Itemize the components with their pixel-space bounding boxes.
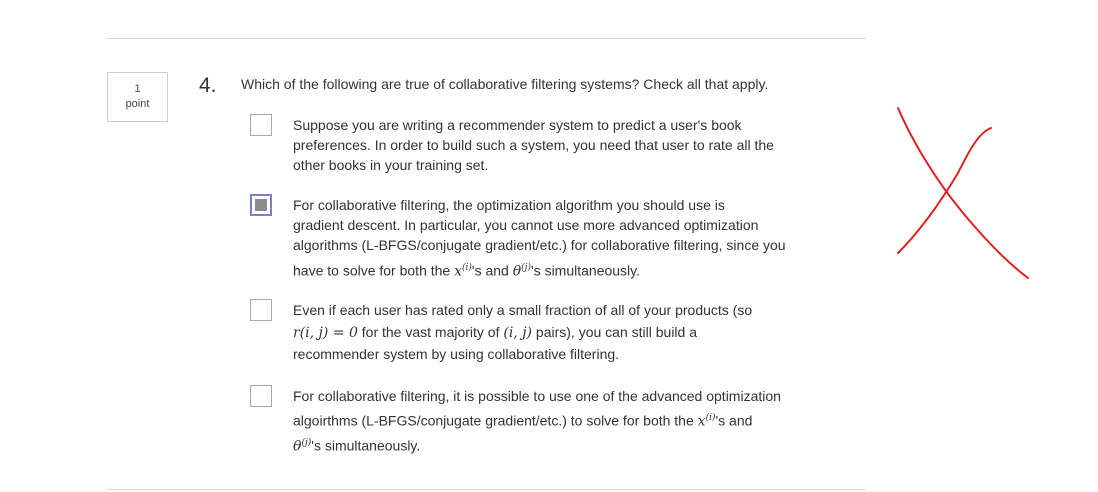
option-3-text: Even if each user has rated only a small… <box>293 300 823 364</box>
checkbox-fill <box>255 199 267 211</box>
top-divider <box>106 38 866 39</box>
bottom-divider <box>106 489 866 490</box>
question-number: 4. <box>199 74 217 97</box>
question-prompt: Which of the following are true of colla… <box>241 76 769 92</box>
option-2-text: For collaborative filtering, the optimiz… <box>293 195 823 282</box>
points-unit: point <box>125 98 150 110</box>
option-4-text: For collaborative filtering, it is possi… <box>293 386 823 456</box>
points-value: 1 <box>134 83 141 95</box>
option-3-checkbox[interactable] <box>250 299 272 321</box>
option-2-checkbox-checked[interactable] <box>250 194 272 216</box>
option-2-math-line: have to solve for both the x(i)'s and θ(… <box>293 262 641 280</box>
option-4-math-line: algoirthms (L-BFGS/conjugate gradient/et… <box>293 412 753 430</box>
incorrect-x-mark-icon <box>897 107 1029 279</box>
option-4-checkbox[interactable] <box>250 385 272 407</box>
option-3-math-line: r(i, j) = 0 for the vast majority of (i,… <box>293 324 697 341</box>
option-4-math-line-2: θ(j)'s simultaneously. <box>293 437 421 455</box>
points-box: 1 point <box>107 72 168 122</box>
option-1-text: Suppose you are writing a recommender sy… <box>293 117 774 173</box>
option-1-checkbox[interactable] <box>250 114 272 136</box>
